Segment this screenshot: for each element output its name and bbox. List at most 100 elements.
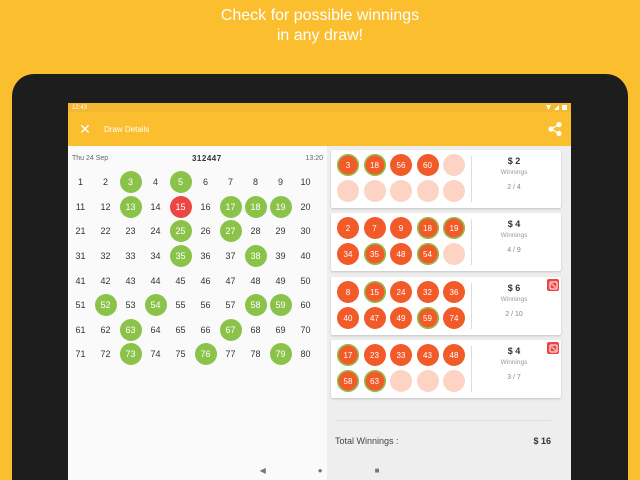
empty-ball xyxy=(443,370,465,392)
ticket-info: $ 6 Winnings 2 / 10 xyxy=(473,283,555,318)
board-cell: 24 xyxy=(143,219,168,244)
board-cell: 14 xyxy=(143,195,168,220)
drawn-number: 35 xyxy=(169,245,192,268)
board-number: 72 xyxy=(100,349,111,360)
share-button[interactable] xyxy=(547,121,563,137)
board-number: 14 xyxy=(150,201,161,212)
card-divider xyxy=(471,156,472,202)
drawn-number: 52 xyxy=(94,294,117,317)
matched-ball: 59 xyxy=(416,307,439,329)
board-number: 65 xyxy=(175,324,186,335)
board-cell: 68 xyxy=(243,318,268,343)
board-cell: 58 xyxy=(243,293,268,318)
board-cell: 44 xyxy=(143,268,168,293)
board-number: 51 xyxy=(75,300,86,311)
board-cell: 64 xyxy=(143,318,168,343)
board-cell: 11 xyxy=(68,195,93,220)
board-number: 48 xyxy=(250,275,261,286)
match-count: 2 / 10 xyxy=(505,311,523,318)
board-number: 40 xyxy=(300,251,311,262)
empty-ball xyxy=(443,154,465,176)
board-cell: 54 xyxy=(143,293,168,318)
share-icon xyxy=(548,121,562,137)
board-number: 45 xyxy=(175,275,186,286)
board-number: 6 xyxy=(202,177,208,188)
board-number: 57 xyxy=(225,300,236,311)
ticket-ball: 2 xyxy=(337,217,359,239)
ticket-numbers: 8 15 24 32 36 40 47 49 59 74 xyxy=(337,281,467,329)
board-cell: 63 xyxy=(118,318,143,343)
board-cell: 70 xyxy=(293,318,318,343)
ticket-card[interactable]: 3 18 56 60 $ 2 Winnings 2 / 4 xyxy=(331,150,561,208)
board-cell: 40 xyxy=(293,244,318,269)
board-number: 7 xyxy=(227,177,233,188)
board-cell: 52 xyxy=(93,293,118,318)
board-cell: 4 xyxy=(143,170,168,195)
winnings-label: Winnings xyxy=(500,359,528,366)
board-number: 1 xyxy=(77,177,83,188)
drawn-number: 18 xyxy=(244,195,267,218)
ticket-card[interactable]: 2 7 9 18 19 34 35 48 54 $ 4 Winnings 4 / 9 xyxy=(331,213,561,271)
home-button[interactable]: ● xyxy=(318,466,323,475)
board-cell: 26 xyxy=(193,219,218,244)
status-bar: 12:43 xyxy=(68,103,571,112)
empty-ball xyxy=(390,180,412,202)
card-divider xyxy=(471,346,472,392)
recents-button[interactable]: ■ xyxy=(375,466,380,475)
board-number: 41 xyxy=(75,275,86,286)
ticket-ball: 7 xyxy=(363,217,386,239)
drawn-number: 67 xyxy=(219,318,242,341)
draw-results-panel: Thu 24 Sep 312447 13:20 1 2 3 4 5 6 7 8 9 10 11 12 1… xyxy=(68,146,327,480)
ticket-ball: 60 xyxy=(416,154,439,176)
board-cell: 34 xyxy=(143,244,168,269)
ticket-ball: 24 xyxy=(390,281,412,303)
board-number: 66 xyxy=(200,324,211,335)
ticket-ball: 33 xyxy=(390,344,412,366)
board-cell: 7 xyxy=(218,170,243,195)
ticket-card[interactable]: 8 15 24 32 36 40 47 49 59 74 $ 6 Winnings 2 / 10 xyxy=(331,277,561,335)
board-cell: 25 xyxy=(168,219,193,244)
drawn-number: 3 xyxy=(119,171,142,194)
board-number: 64 xyxy=(150,324,161,335)
board-cell: 29 xyxy=(268,219,293,244)
match-count: 3 / 7 xyxy=(507,374,521,381)
drawn-number: 76 xyxy=(194,343,217,366)
board-cell: 41 xyxy=(68,268,93,293)
drawn-number: 54 xyxy=(144,294,167,317)
bonus-number: 15 xyxy=(169,195,192,218)
drawn-number: 58 xyxy=(244,294,267,317)
number-board: 1 2 3 4 5 6 7 8 9 10 11 12 13 14 15 16 17 18 19 20 21 22 23 24 2… xyxy=(68,170,327,367)
back-button[interactable]: ◀ xyxy=(260,466,266,475)
drawn-number: 17 xyxy=(219,195,242,218)
board-number: 23 xyxy=(125,226,136,237)
board-number: 47 xyxy=(225,275,236,286)
board-cell: 31 xyxy=(68,244,93,269)
drawn-number: 27 xyxy=(219,220,242,243)
ticket-ball: 48 xyxy=(390,243,412,265)
board-number: 9 xyxy=(277,177,283,188)
board-cell: 48 xyxy=(243,268,268,293)
ticket-numbers: 17 23 33 43 48 58 63 xyxy=(337,344,467,392)
board-cell: 21 xyxy=(68,219,93,244)
board-cell: 10 xyxy=(293,170,318,195)
board-number: 80 xyxy=(300,349,311,360)
empty-ball xyxy=(443,180,465,202)
ticket-ball: 48 xyxy=(443,344,465,366)
divider xyxy=(335,420,551,421)
board-cell: 5 xyxy=(168,170,193,195)
board-cell: 60 xyxy=(293,293,318,318)
close-button[interactable]: ✕ xyxy=(76,120,94,138)
ticket-ball: 8 xyxy=(337,281,359,303)
board-number: 31 xyxy=(75,251,86,262)
board-number: 69 xyxy=(275,324,286,335)
board-cell: 74 xyxy=(143,342,168,367)
board-number: 21 xyxy=(75,226,86,237)
ticket-card[interactable]: 17 23 33 43 48 58 63 $ 4 Winnings 3 / 7 xyxy=(331,340,561,398)
board-cell: 35 xyxy=(168,244,193,269)
board-number: 20 xyxy=(300,201,311,212)
board-cell: 6 xyxy=(193,170,218,195)
ticket-ball: 34 xyxy=(337,243,359,265)
matched-ball: 17 xyxy=(337,344,359,366)
board-number: 29 xyxy=(275,226,286,237)
ticket-ball: 9 xyxy=(390,217,412,239)
